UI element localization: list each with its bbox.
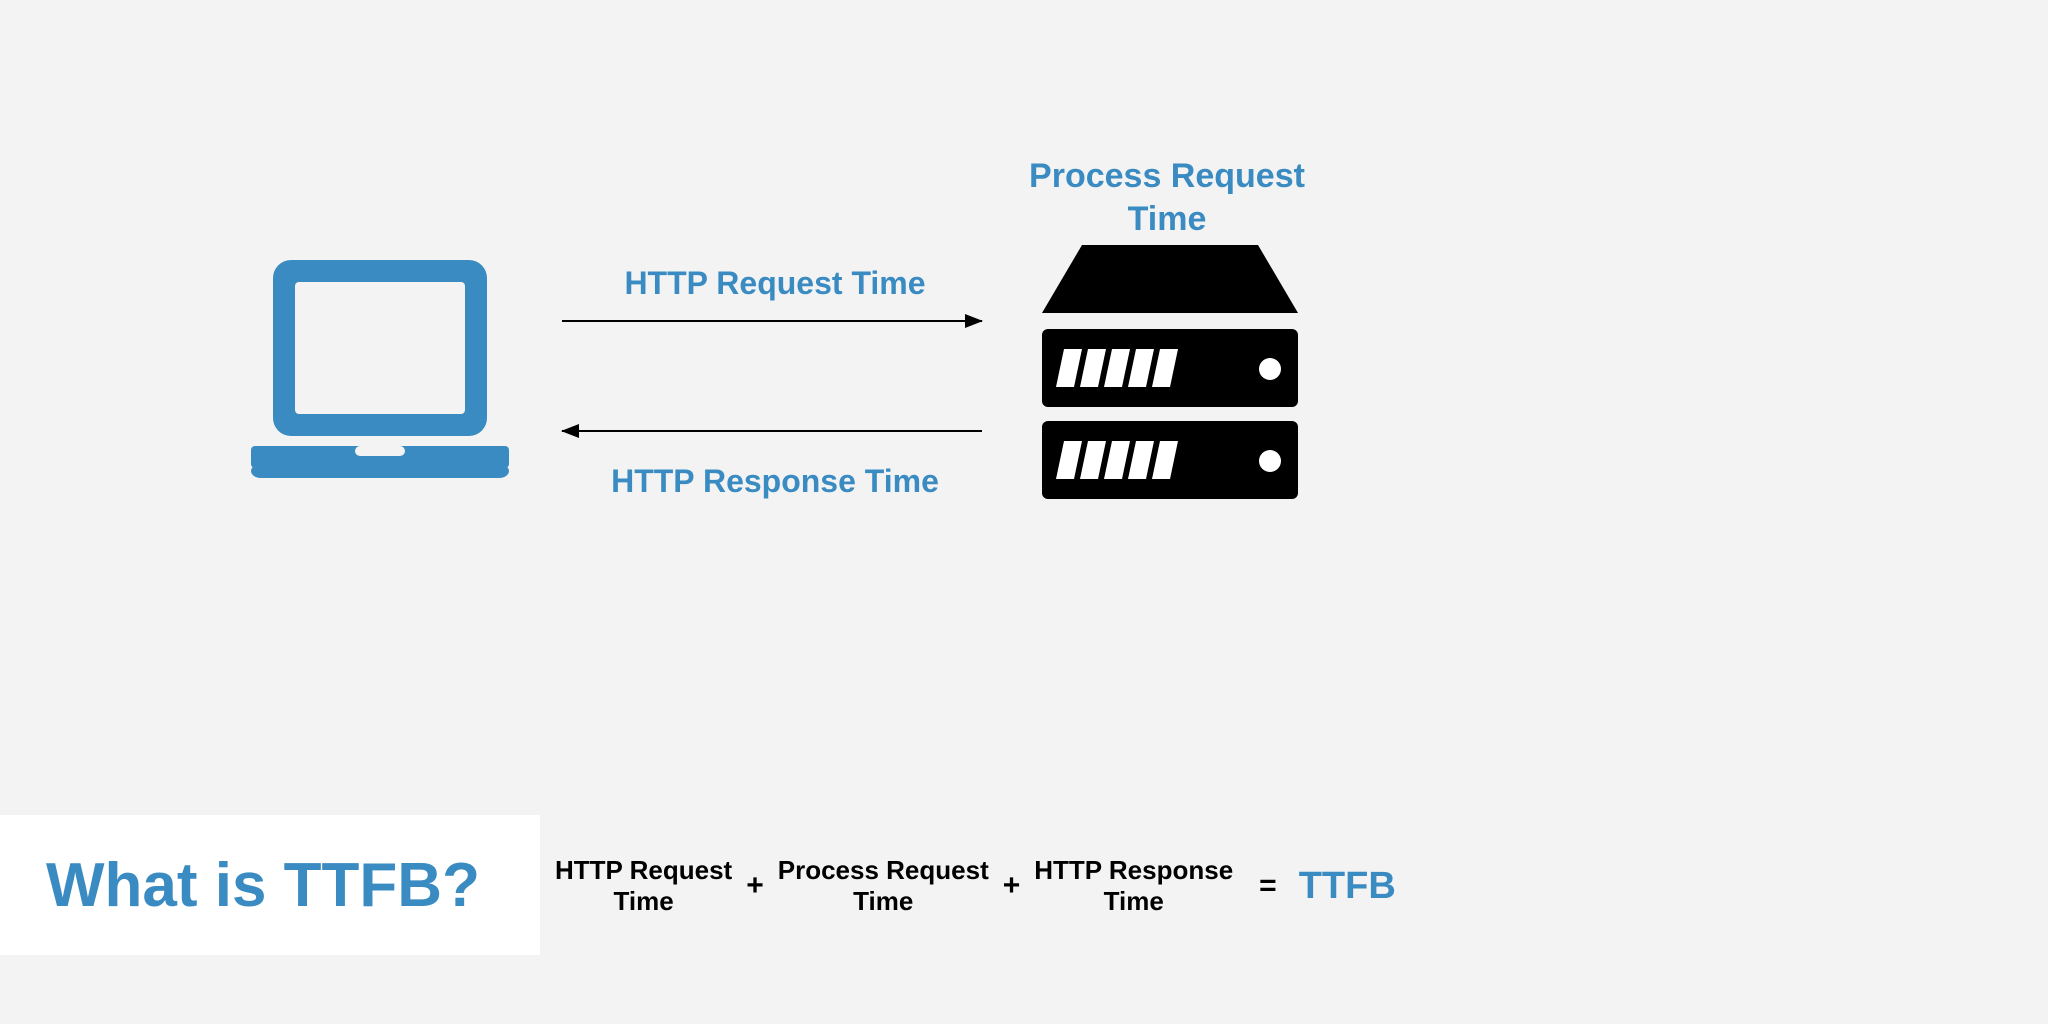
formula-plus-2: + [997, 869, 1027, 903]
formula-equals: = [1241, 869, 1291, 903]
arrow-left-icon [562, 430, 982, 432]
formula-result: TTFB [1299, 865, 1396, 908]
formula-plus-1: + [740, 869, 770, 903]
formula-term-1: HTTP Request Time [555, 855, 732, 917]
page-title: What is TTFB? [46, 850, 480, 921]
http-response-time-label: HTTP Response Time [550, 463, 1000, 500]
laptop-icon [245, 250, 515, 515]
formula-term-2: Process Request Time [778, 855, 989, 917]
process-request-time-label: Process Request Time [1007, 155, 1327, 240]
formula-term-3: HTTP Response Time [1034, 855, 1233, 917]
arrow-right-icon [562, 320, 982, 322]
http-request-time-label: HTTP Request Time [550, 265, 1000, 302]
title-box: What is TTFB? [0, 815, 540, 955]
server-stack-icon [1020, 235, 1320, 530]
ttfb-formula: HTTP Request Time + Process Request Time… [555, 855, 1396, 917]
